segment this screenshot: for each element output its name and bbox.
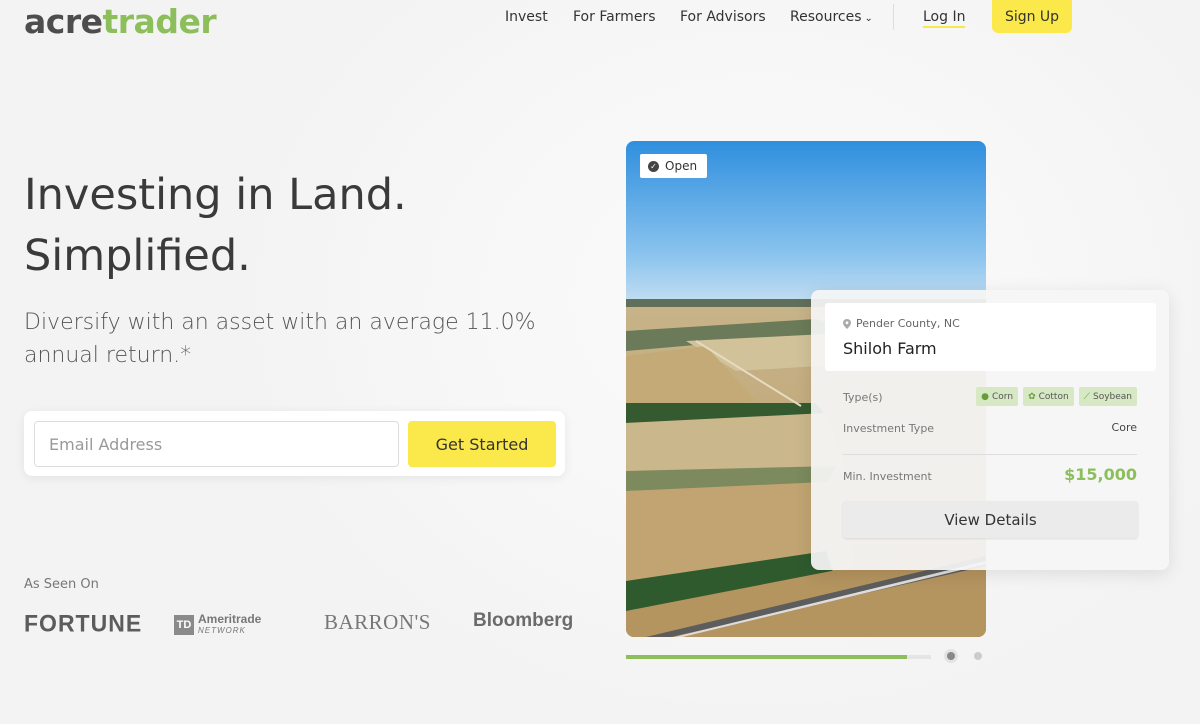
get-started-button[interactable]: Get Started [408, 421, 556, 467]
carousel-progress-bar [626, 655, 931, 659]
network-text: NETWORK [198, 626, 246, 635]
crop-tag-soybean-label: Soybean [1092, 391, 1132, 402]
brand-logo-part2: trader [102, 2, 217, 41]
signup-button[interactable]: Sign Up [992, 0, 1072, 33]
investment-type-label: Investment Type [843, 422, 935, 435]
barrons-logo: BARRON'S [324, 610, 431, 634]
email-signup-form: Get Started [24, 411, 565, 476]
top-nav: acretrader Invest For Farmers For Adviso… [0, 0, 1200, 41]
td-mark: TD [174, 615, 194, 635]
td-ameritrade-logo: TD Ameritrade NETWORK [174, 613, 261, 637]
fortune-logo: FORTUNE [24, 609, 143, 637]
nav-resources-label: Resources [790, 9, 862, 25]
carousel-dot-2[interactable] [974, 652, 982, 660]
ameritrade-text: Ameritrade [198, 612, 262, 626]
crop-tag-soybean: ⟋ Soybean [1078, 387, 1137, 406]
listing-name: Shiloh Farm [843, 339, 937, 358]
crop-tag-corn-label: Corn [992, 391, 1014, 402]
chevron-down-icon: ⌄ [864, 13, 873, 24]
hero-title-line2: Simplified. [24, 231, 251, 281]
crop-tag-cotton-label: Cotton [1038, 391, 1069, 402]
status-text: Open [665, 159, 698, 173]
crop-tag-corn: ● Corn [976, 387, 1019, 406]
view-details-button[interactable]: View Details [843, 501, 1138, 538]
brand-logo-part1: acre [24, 2, 103, 41]
corn-icon: ● [981, 391, 990, 402]
as-seen-on-label: As Seen On [24, 577, 99, 592]
carousel-progress-fill [626, 655, 907, 659]
login-link[interactable]: Log In [923, 9, 966, 28]
crop-types: ● Corn ✿ Cotton ⟋ Soybean [976, 387, 1137, 406]
nav-resources[interactable]: Resources ⌄ [790, 9, 873, 25]
hero-title-line1: Investing in Land. [24, 170, 407, 220]
email-field[interactable] [34, 421, 399, 467]
nav-divider [893, 4, 894, 30]
ameritrade-wordmark: Ameritrade NETWORK [198, 613, 261, 637]
nav-invest[interactable]: Invest [505, 9, 548, 25]
listing-status-badge: ✓ Open [640, 154, 708, 178]
min-investment-value: $15,000 [1064, 465, 1137, 484]
carousel-dot-1[interactable] [947, 652, 955, 660]
investment-type-value: Core [1111, 421, 1137, 434]
listing-location: Pender County, NC [856, 317, 960, 330]
types-label: Type(s) [843, 391, 883, 404]
bloomberg-logo: Bloomberg [473, 610, 574, 631]
nav-for-farmers[interactable]: For Farmers [573, 9, 655, 25]
map-pin-icon [843, 319, 851, 329]
listing-info-card: Pender County, NC Shiloh Farm Type(s) ● C… [811, 290, 1169, 570]
info-divider [843, 454, 1137, 455]
brand-logo[interactable]: acretrader [24, 2, 217, 41]
soybean-icon: ⟋ [1083, 391, 1090, 402]
crop-tag-cotton: ✿ Cotton [1023, 387, 1074, 406]
nav-for-advisors[interactable]: For Advisors [680, 9, 766, 25]
listing-header: Pender County, NC Shiloh Farm [825, 303, 1156, 371]
hero-title: Investing in Land. Simplified. [24, 165, 584, 287]
check-circle-icon: ✓ [648, 160, 659, 172]
cotton-icon: ✿ [1028, 391, 1036, 402]
min-investment-label: Min. Investment [843, 470, 932, 483]
hero-subtitle: Diversify with an asset with an average … [24, 310, 536, 368]
